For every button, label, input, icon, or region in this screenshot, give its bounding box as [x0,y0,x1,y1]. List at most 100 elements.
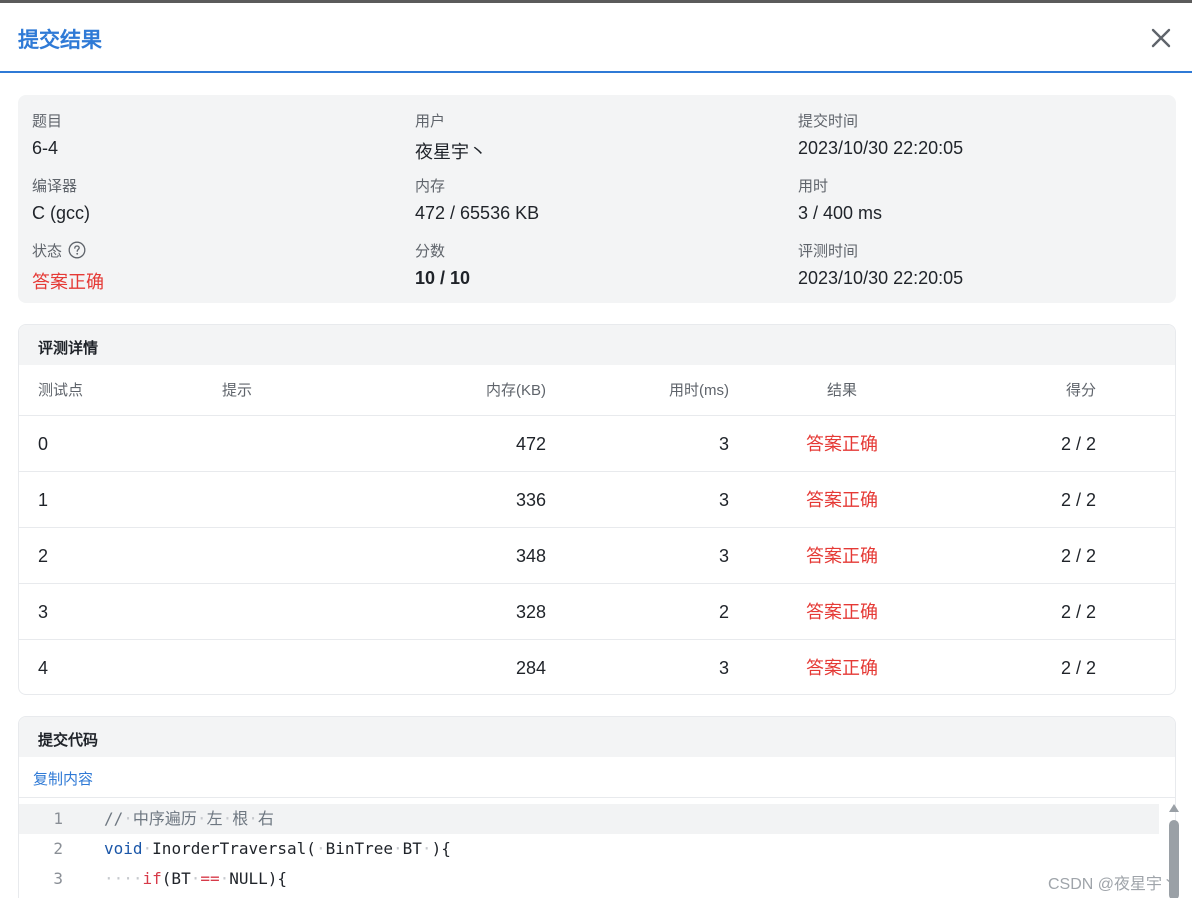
scroll-up-icon[interactable] [1169,804,1179,812]
cell-time: 3 [718,490,729,510]
table-row: 0 472 3 答案正确 2 / 2 [19,416,1175,472]
cell-testcase: 3 [38,602,49,622]
col-memory: 内存(KB) [485,382,546,399]
user-label: 用户 [415,112,446,130]
problem-label: 题目 [32,112,63,130]
code-token: · [190,869,201,888]
cell-time: 3 [718,434,729,454]
code-token: · [142,839,153,858]
code-token: ){ [431,839,451,858]
code-token: NULL){ [229,869,288,888]
info-judge-time: 评测时间 2023/10/30 22:20:05 [798,240,963,289]
col-score: 得分 [1065,382,1096,399]
code-token: 左 [206,809,223,828]
code-token: · [196,809,207,828]
compiler-value: C (gcc) [32,203,90,223]
code-token: 中序遍历 [132,809,197,828]
code-token: · [393,839,403,858]
code-line: 2 void·InorderTraversal(·BinTree·BT·){ [19,834,1159,864]
cell-result: 答案正确 [806,602,878,622]
code-token: BT [402,839,422,858]
code-token: ···· [104,869,143,888]
code-text: void·InorderTraversal(·BinTree·BT·){ [104,834,451,864]
code-token: 根 [232,809,249,828]
time-value: 3 / 400 ms [798,203,883,223]
cell-result: 答案正确 [806,546,878,566]
submit-time-value: 2023/10/30 22:20:05 [798,138,964,158]
cell-score: 2 / 2 [1060,546,1096,566]
code-token: 右 [257,809,274,828]
code-editor[interactable]: 1 //·中序遍历·左·根·右 2 void·InorderTraversal(… [19,798,1175,898]
cell-memory: 348 [515,546,546,566]
watermark: CSDN @夜星宇丶 [1047,876,1178,893]
code-token: == [200,869,220,888]
code-token: · [222,809,233,828]
table-row: 3 328 2 答案正确 2 / 2 [19,584,1175,640]
submission-info-card: 题目 6-4 用户 夜星宇丶 提交时间 2023/10/30 22:20:05 … [18,95,1176,303]
code-line: 3 ····if(BT·==·NULL){ [19,864,1159,894]
judge-details-panel: 评测详情 测试点 提示 内存(KB) 用时(ms) 结果 得分 0 472 3 … [18,324,1176,695]
close-button[interactable] [1146,23,1176,53]
table-row: 1 336 3 答案正确 2 / 2 [19,472,1175,528]
line-number: 2 [53,839,63,858]
help-icon[interactable] [68,241,86,259]
code-token: void [104,839,143,858]
cell-testcase: 1 [38,490,49,510]
judge-time-label: 评测时间 [798,242,859,260]
info-user: 用户 夜星宇丶 [415,110,487,164]
cell-testcase: 4 [38,658,49,678]
code-token: · [421,839,432,858]
col-time: 用时(ms) [669,382,729,399]
cell-memory: 284 [515,658,546,678]
code-token: if [142,869,162,888]
compiler-label: 编译器 [32,177,78,195]
col-hint: 提示 [222,382,253,399]
status-value: 答案正确 [32,272,104,292]
cell-testcase: 2 [38,546,49,566]
time-label: 用时 [798,177,829,195]
score-value: 10 / 10 [415,268,471,288]
code-token: · [248,809,258,828]
score-label: 分数 [415,242,446,260]
modal-title: 提交结果 [18,29,102,52]
memory-label: 内存 [415,177,446,195]
code-text: ····if(BT·==·NULL){ [104,864,287,894]
code-token: (BT [161,869,191,888]
cell-time: 2 [718,602,729,622]
cell-testcase: 0 [38,434,49,454]
cell-score: 2 / 2 [1060,490,1096,510]
code-text: //·中序遍历·左·根·右 [104,804,274,834]
info-compiler: 编译器 C (gcc) [32,175,90,224]
modal-header: 提交结果 [0,3,1192,73]
col-testcase: 测试点 [38,382,84,399]
info-problem: 题目 6-4 [32,110,62,159]
table-row: 4 284 3 答案正确 2 / 2 [19,640,1175,694]
cell-score: 2 / 2 [1060,434,1096,454]
info-time: 用时 3 / 400 ms [798,175,882,224]
cell-memory: 328 [515,602,546,622]
copy-code-link[interactable]: 复制内容 [33,771,93,788]
status-label: 状态 [32,242,63,260]
cell-memory: 336 [515,490,546,510]
code-token: · [219,869,230,888]
cell-time: 3 [718,658,729,678]
submit-time-label: 提交时间 [798,112,859,130]
cell-result: 答案正确 [806,658,878,678]
code-token: · [123,809,133,828]
info-status: 状态 答案正确 [32,240,104,294]
cell-score: 2 / 2 [1060,602,1096,622]
cell-score: 2 / 2 [1060,658,1096,678]
judge-details-title: 评测详情 [19,325,1175,365]
close-icon [1151,28,1171,48]
code-token: · [315,839,326,858]
judge-time-value: 2023/10/30 22:20:05 [798,268,964,288]
memory-value: 472 / 65536 KB [415,203,540,223]
code-line: 1 //·中序遍历·左·根·右 [19,804,1159,834]
info-memory: 内存 472 / 65536 KB [415,175,539,224]
table-header: 测试点 提示 内存(KB) 用时(ms) 结果 得分 [19,365,1175,416]
code-token: InorderTraversal( [152,839,316,858]
submitted-code-title: 提交代码 [19,717,1175,757]
col-result: 结果 [826,382,857,399]
code-token: BinTree [325,839,394,858]
problem-value: 6-4 [32,138,59,158]
